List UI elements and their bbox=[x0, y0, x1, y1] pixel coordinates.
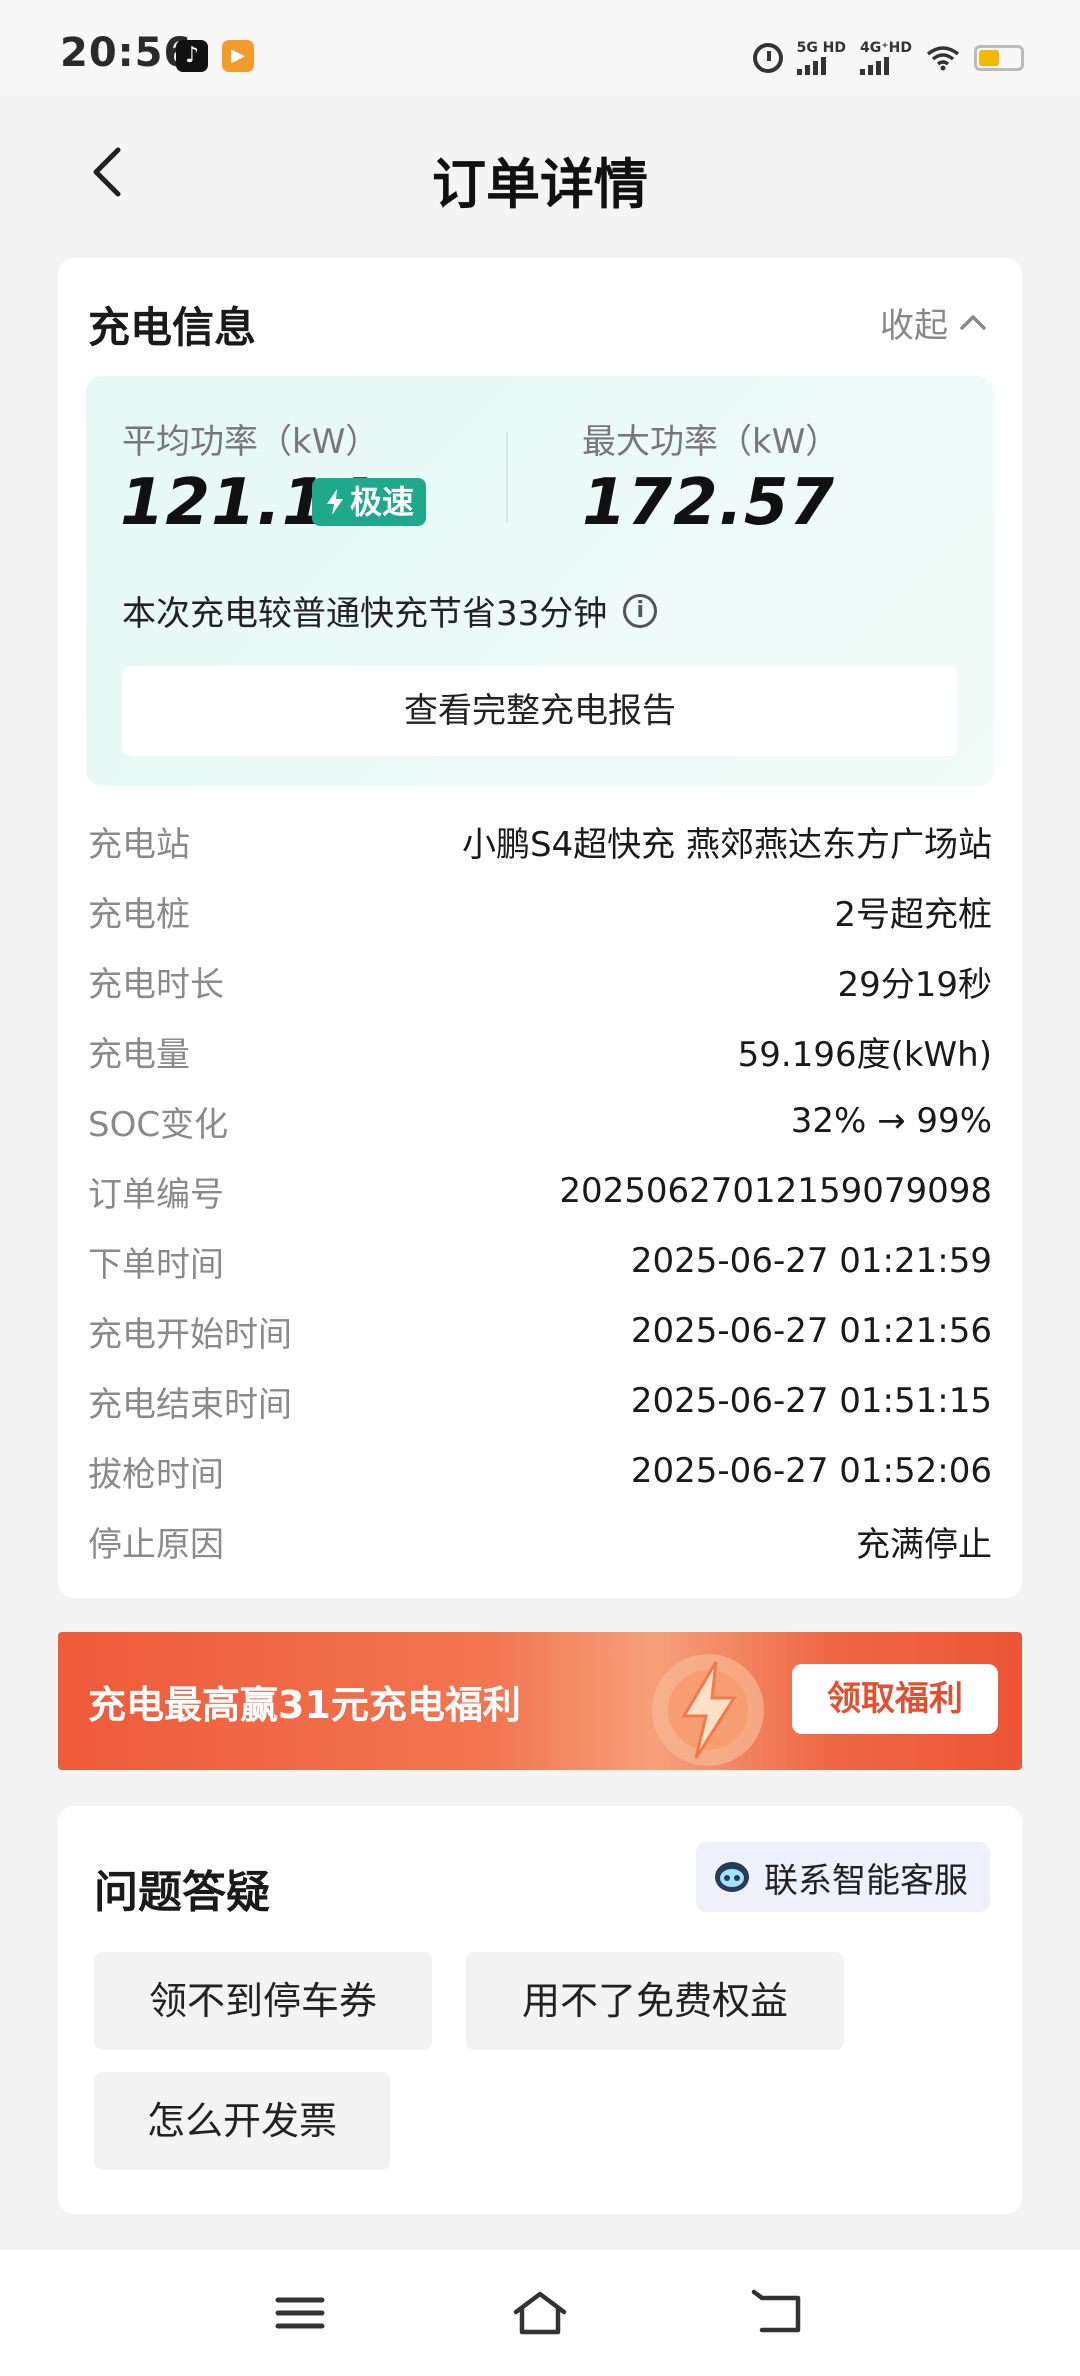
detail-value: 20250627012159079098 bbox=[559, 1171, 992, 1211]
charge-detail-list: 充电站 小鹏S4超快充 燕郊燕达东方广场站 充电桩 2号超充桩 充电时长 29分19秒 充电… bbox=[88, 806, 992, 1576]
detail-row: 订单编号 20250627012159079098 bbox=[88, 1156, 992, 1226]
chevron-up-icon bbox=[960, 314, 986, 330]
avg-power-label: 平均功率（kW） bbox=[122, 422, 380, 462]
detail-row: 停止原因 充满停止 bbox=[88, 1506, 992, 1576]
detail-key: 充电桩 bbox=[88, 894, 190, 935]
fast-badge-label: 极速 bbox=[350, 483, 415, 521]
power-summary: 平均功率（kW） 121.14 极速 最大功率（kW） 172.57 本次充电较… bbox=[86, 376, 994, 786]
lightning-icon bbox=[327, 489, 343, 515]
home-icon[interactable] bbox=[510, 2288, 570, 2338]
detail-row: 充电量 59.196度(kWh) bbox=[88, 1016, 992, 1086]
tiktok-icon: ♪ bbox=[176, 40, 208, 72]
detail-value: 29分19秒 bbox=[837, 964, 992, 1005]
faq-chip[interactable]: 怎么开发票 bbox=[94, 2072, 390, 2170]
detail-key: SOC变化 bbox=[88, 1104, 229, 1145]
faq-title: 问题答疑 bbox=[94, 1867, 270, 1918]
detail-value: 2025-06-27 01:52:06 bbox=[630, 1451, 992, 1491]
faq-chip[interactable]: 领不到停车券 bbox=[94, 1952, 432, 2050]
detail-key: 订单编号 bbox=[88, 1174, 224, 1215]
detail-row: 充电桩 2号超充桩 bbox=[88, 876, 992, 946]
detail-value: 32% → 99% bbox=[790, 1101, 992, 1141]
detail-key: 充电站 bbox=[88, 824, 190, 865]
faq-card: 问题答疑 联系智能客服 领不到停车券 用不了免费权益 怎么开发票 bbox=[58, 1806, 1022, 2214]
detail-key: 充电量 bbox=[88, 1034, 190, 1075]
detail-key: 停止原因 bbox=[88, 1524, 224, 1565]
detail-key: 充电时长 bbox=[88, 964, 224, 1005]
max-power-value: 172.57 bbox=[582, 466, 835, 540]
power-divider bbox=[506, 432, 508, 522]
claim-benefit-button[interactable]: 领取福利 bbox=[792, 1664, 998, 1734]
system-nav-bar bbox=[0, 2250, 1080, 2376]
nav-bar: 订单详情 bbox=[0, 96, 1080, 256]
menu-icon[interactable] bbox=[270, 2288, 330, 2338]
detail-value: 59.196度(kWh) bbox=[737, 1034, 992, 1075]
status-bar: 20:56 ♪ ▶ 5G HD 4G⁺HD bbox=[0, 0, 1080, 96]
detail-value: 小鹏S4超快充 燕郊燕达东方广场站 bbox=[461, 824, 992, 865]
detail-value: 充满停止 bbox=[856, 1524, 992, 1565]
detail-value: 2号超充桩 bbox=[834, 894, 992, 935]
detail-row: 下单时间 2025-06-27 01:21:59 bbox=[88, 1226, 992, 1296]
status-indicators: 5G HD 4G⁺HD bbox=[752, 38, 1024, 78]
collapse-label: 收起 bbox=[880, 306, 948, 346]
faq-chip[interactable]: 用不了免费权益 bbox=[466, 1952, 844, 2050]
detail-value: 2025-06-27 01:21:56 bbox=[630, 1311, 992, 1351]
fast-badge: 极速 bbox=[312, 478, 427, 526]
saving-text: 本次充电较普通快充节省33分钟 bbox=[122, 594, 608, 634]
detail-row: SOC变化 32% → 99% bbox=[88, 1086, 992, 1156]
alarm-icon bbox=[752, 43, 783, 73]
detail-value: 2025-06-27 01:51:15 bbox=[630, 1381, 992, 1421]
contact-service-button[interactable]: 联系智能客服 bbox=[696, 1842, 990, 1912]
contact-service-label: 联系智能客服 bbox=[764, 1860, 968, 1901]
info-icon[interactable]: i bbox=[623, 593, 658, 628]
charge-info-heading: 充电信息 bbox=[88, 303, 257, 352]
promo-banner[interactable]: 充电最高赢31元充电福利 领取福利 bbox=[58, 1632, 1022, 1770]
detail-key: 拔枪时间 bbox=[88, 1454, 224, 1495]
battery-icon bbox=[974, 45, 1024, 71]
signal-5g-label: 5G HD bbox=[796, 40, 847, 56]
video-app-icon: ▶ bbox=[222, 40, 254, 72]
detail-key: 下单时间 bbox=[88, 1244, 224, 1285]
collapse-button[interactable]: 收起 bbox=[880, 298, 988, 347]
saving-note: 本次充电较普通快充节省33分钟 i bbox=[122, 586, 658, 635]
charge-info-card: 充电信息 收起 平均功率（kW） 121.14 极速 最大功率（kW） 172.… bbox=[58, 258, 1022, 1598]
detail-value: 2025-06-27 01:21:59 bbox=[630, 1241, 992, 1281]
signal-5g-icon: 5G HD bbox=[796, 40, 847, 75]
signal-4g-icon: 4G⁺HD bbox=[860, 41, 912, 75]
page-title: 订单详情 bbox=[432, 153, 648, 216]
detail-row: 拔枪时间 2025-06-27 01:52:06 bbox=[88, 1436, 992, 1506]
view-report-button[interactable]: 查看完整充电报告 bbox=[122, 666, 958, 756]
detail-key: 充电开始时间 bbox=[88, 1314, 292, 1355]
lightning-coin-icon bbox=[652, 1654, 764, 1766]
robot-icon bbox=[715, 1862, 749, 1892]
signal-4g-label: 4G⁺HD bbox=[860, 40, 912, 56]
detail-row: 充电站 小鹏S4超快充 燕郊燕达东方广场站 bbox=[88, 806, 992, 876]
detail-row: 充电时长 29分19秒 bbox=[88, 946, 992, 1016]
back-nav-icon[interactable] bbox=[750, 2288, 810, 2338]
detail-row: 充电结束时间 2025-06-27 01:51:15 bbox=[88, 1366, 992, 1436]
banner-text: 充电最高赢31元充电福利 bbox=[88, 1683, 521, 1727]
wifi-icon bbox=[926, 46, 960, 71]
status-time: 20:56 bbox=[60, 30, 193, 76]
max-power-label: 最大功率（kW） bbox=[582, 422, 840, 462]
detail-row: 充电开始时间 2025-06-27 01:21:56 bbox=[88, 1296, 992, 1366]
detail-key: 充电结束时间 bbox=[88, 1384, 292, 1425]
